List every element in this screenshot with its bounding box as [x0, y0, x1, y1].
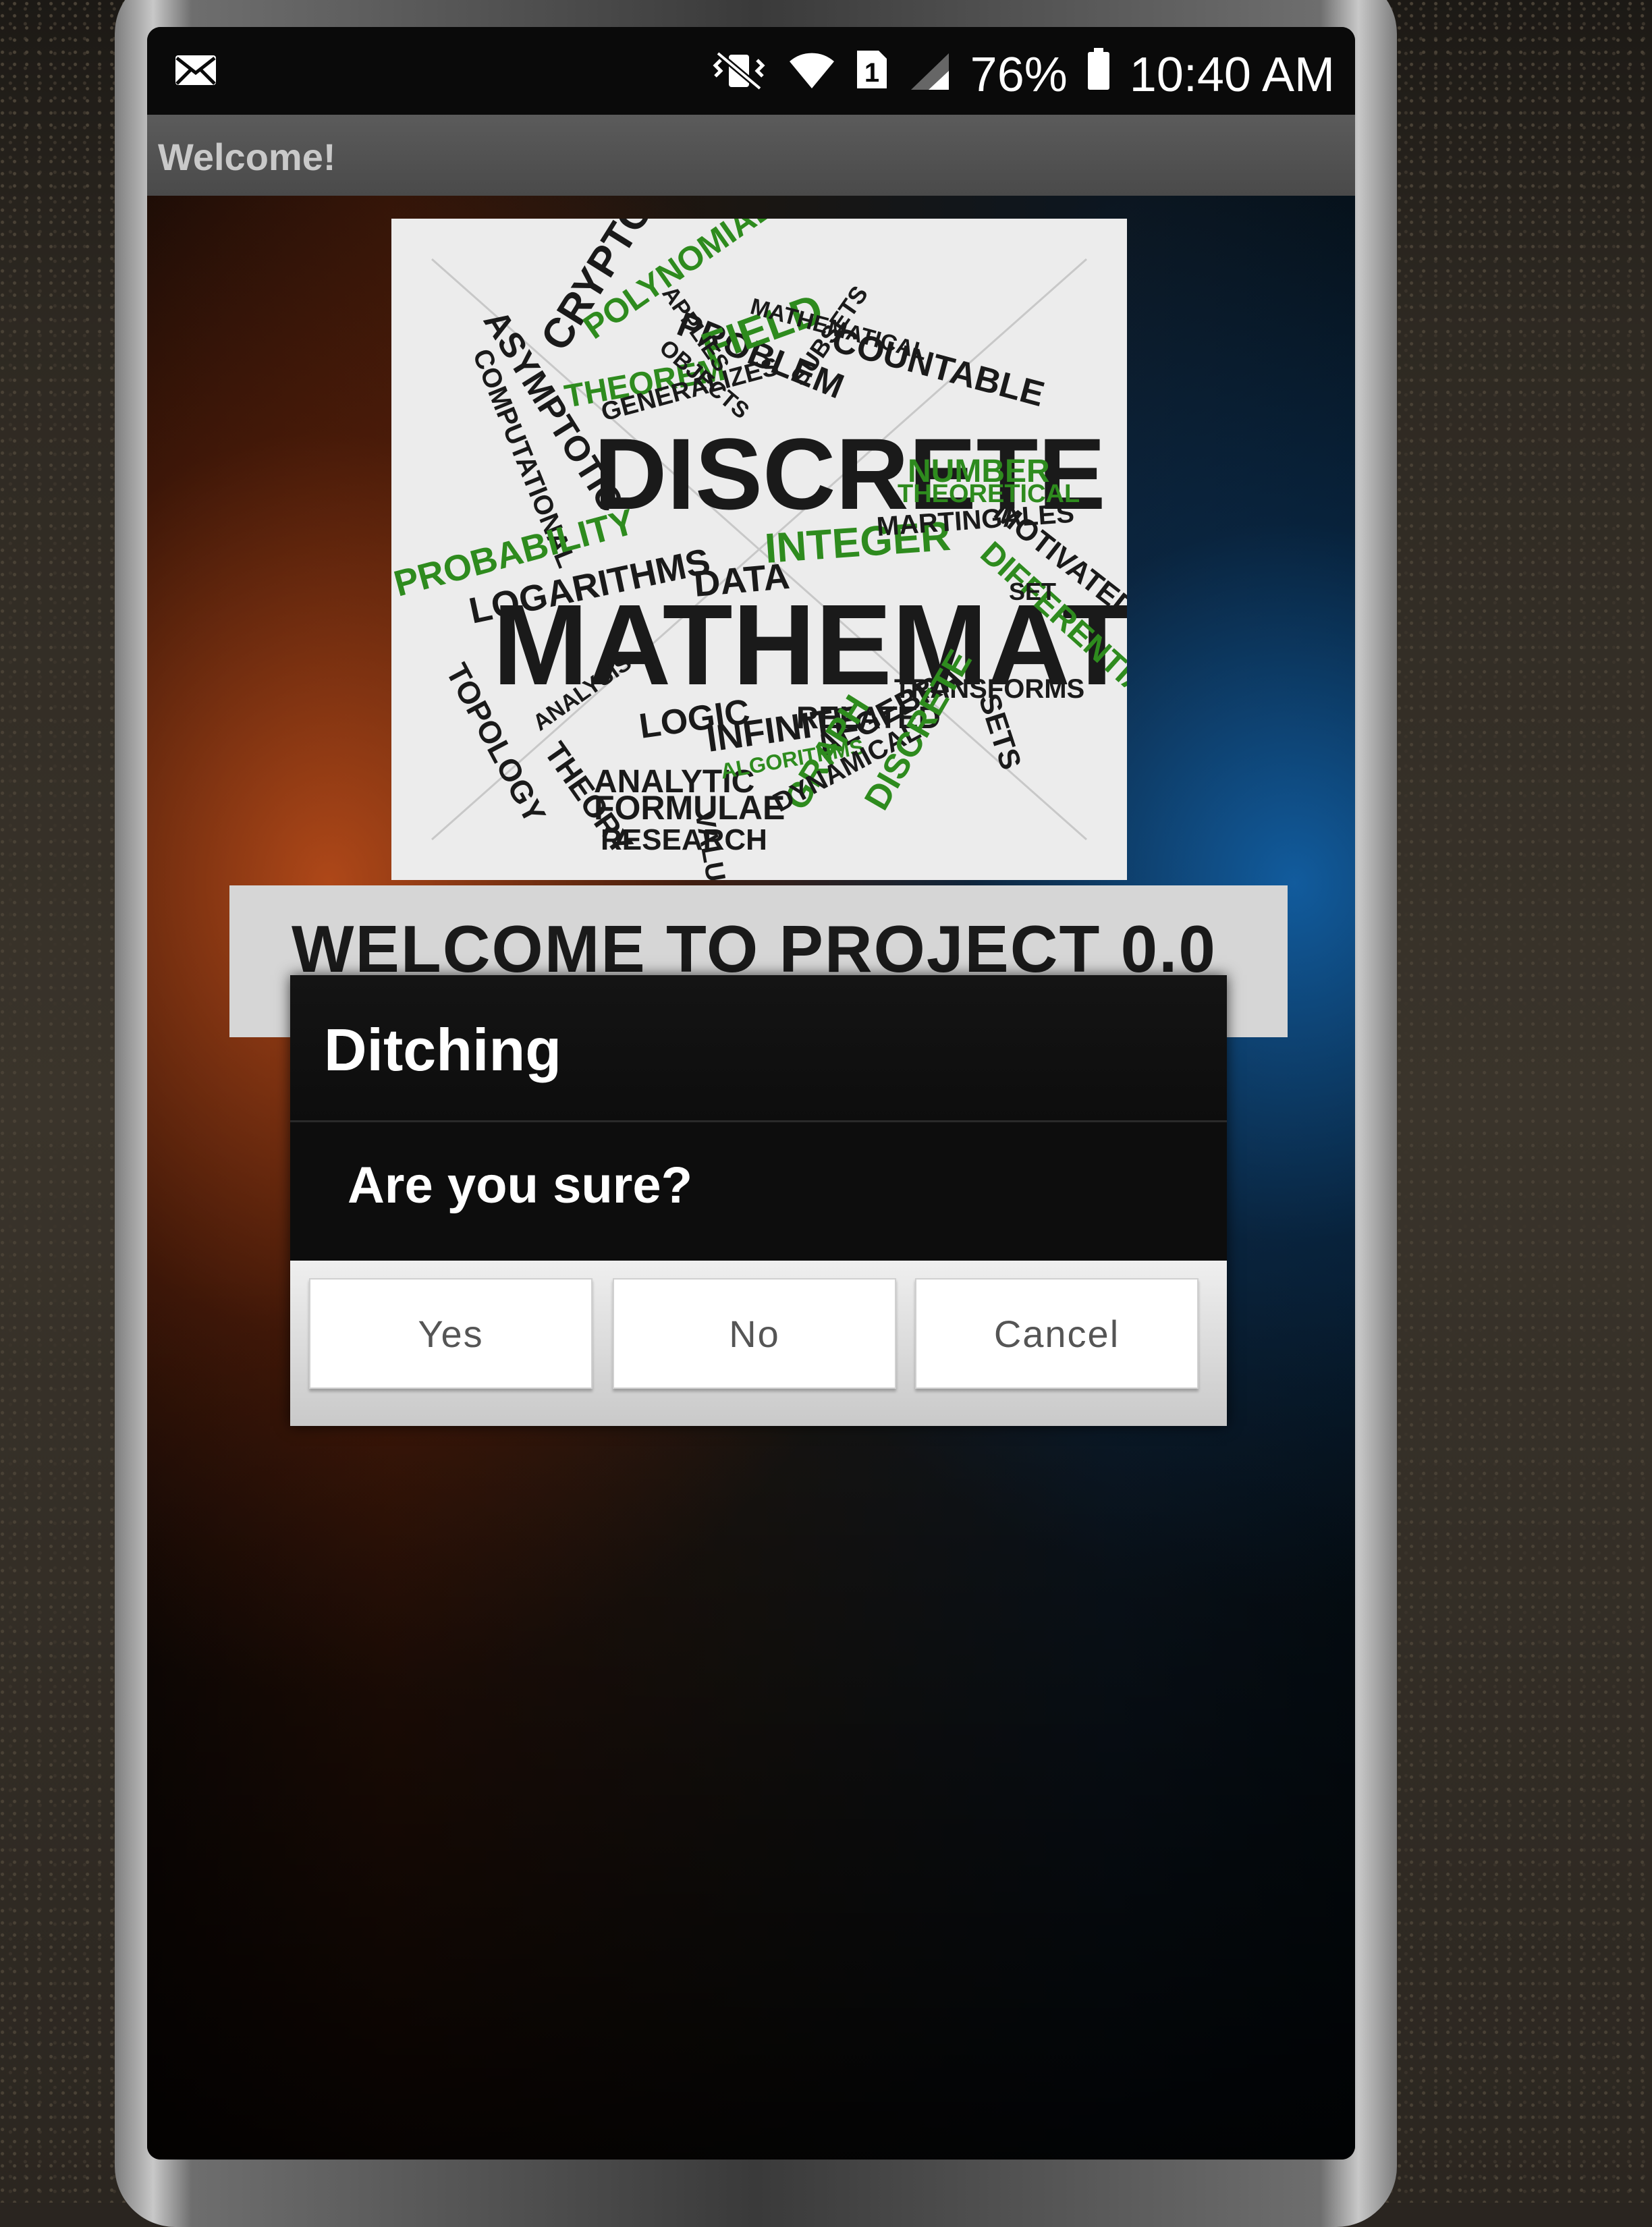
vibrate-mute-icon [709, 47, 769, 103]
dialog-body: Are you sure? [290, 1122, 1227, 1261]
word-cloud-word: SET [1009, 578, 1056, 605]
email-icon [174, 54, 217, 90]
no-button[interactable]: No [613, 1278, 896, 1389]
phone-screen: 1 76% 10:40 AM Welcome! DISCRETE MATHEMAT… [147, 27, 1355, 2160]
battery-icon [1086, 47, 1111, 103]
yes-button[interactable]: Yes [309, 1278, 593, 1389]
signal-icon [908, 47, 952, 103]
status-bar: 1 76% 10:40 AM [147, 27, 1355, 115]
cancel-button[interactable]: Cancel [915, 1278, 1199, 1389]
word-cloud-graphic: DISCRETEMATHEMATICSCRYPTOGRAPHYPOLYNOMIA… [391, 219, 1127, 880]
main-content: DISCRETEMATHEMATICSCRYPTOGRAPHYPOLYNOMIA… [147, 196, 1355, 2160]
dialog-header: Ditching [290, 975, 1227, 1122]
ditching-dialog: Ditching Are you sure? Yes No Cancel [290, 975, 1227, 1426]
dialog-button-bar: Yes No Cancel [290, 1261, 1227, 1426]
dialog-message: Are you sure? [348, 1157, 693, 1214]
discrete-math-word-cloud-image: DISCRETEMATHEMATICSCRYPTOGRAPHYPOLYNOMIA… [391, 219, 1127, 880]
action-bar-title: Welcome! [158, 136, 336, 178]
battery-percent: 76% [970, 48, 1068, 102]
clock: 10:40 AM [1129, 48, 1335, 102]
svg-text:1: 1 [864, 58, 879, 88]
action-bar: Welcome! [147, 115, 1355, 196]
dialog-title: Ditching [324, 1016, 561, 1083]
sim-card-icon: 1 [854, 47, 889, 103]
wifi-icon [788, 47, 835, 103]
word-cloud-word: DATA [692, 556, 792, 605]
